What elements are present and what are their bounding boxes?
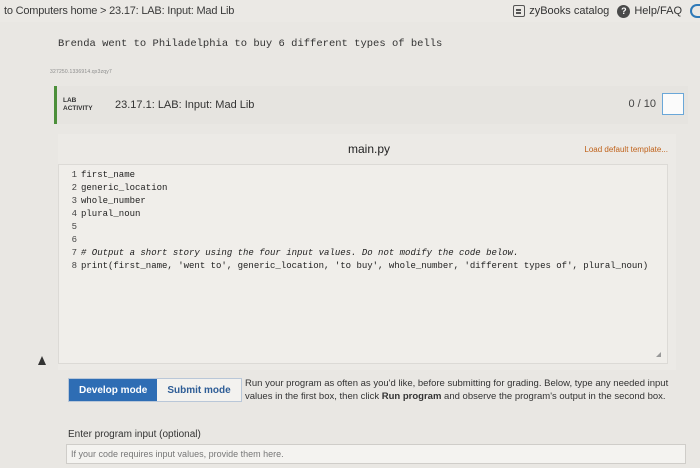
help-label: Help/FAQ: [634, 5, 682, 17]
file-name: main.py: [348, 142, 391, 156]
book-icon: [513, 5, 526, 17]
activity-id: 327250.1336914.qx3zqy7: [50, 69, 112, 75]
lab-prompt-text: Brenda went to Philadelphia to buy 6 dif…: [58, 38, 443, 50]
score-label: 0 / 10: [628, 98, 656, 110]
lab-activity-tag: LAB ACTIVITY: [57, 97, 109, 113]
zybooks-catalog-link[interactable]: zyBooks catalog: [513, 5, 609, 17]
lab-tag-line1: LAB: [63, 97, 77, 104]
code-line[interactable]: 2 generic_location: [59, 182, 667, 195]
code-line[interactable]: 8 print(first_name, 'went to', generic_lo…: [59, 260, 667, 273]
code-text: whole_number: [81, 196, 146, 206]
line-number: 4: [71, 209, 77, 219]
line-number: 2: [71, 183, 77, 193]
line-number: 1: [71, 170, 77, 180]
code-text: plural_noun: [81, 209, 141, 219]
code-text: # Output a short story using the four in…: [81, 248, 519, 258]
line-number: 7: [71, 248, 77, 258]
code-line[interactable]: 1 first_name: [59, 169, 667, 182]
code-line[interactable]: 5: [59, 221, 667, 234]
mode-toggle: Develop mode Submit mode: [68, 378, 242, 402]
code-line[interactable]: 6: [59, 234, 667, 247]
partial-circle-icon[interactable]: [690, 4, 700, 18]
code-text: generic_location: [81, 183, 168, 193]
lab-activity-header: LAB ACTIVITY 23.17.1: LAB: Input: Mad Li…: [54, 86, 688, 124]
top-right-links: zyBooks catalog ? Help/FAQ: [513, 4, 700, 18]
editor-panel: main.py Load default template... 1 first_…: [58, 134, 676, 370]
line-number: 3: [71, 196, 77, 206]
lab-tag-line2: ACTIVITY: [63, 105, 93, 112]
code-editor[interactable]: 1 first_name 2 generic_location 3 whole_numbe…: [58, 164, 668, 364]
program-input-label: Enter program input (optional): [68, 429, 201, 440]
code-text: print(first_name, 'went to', generic_loc…: [81, 261, 649, 271]
instructions-part2: and observe the program's output in the …: [441, 390, 666, 402]
score-box: [662, 93, 684, 115]
run-program-emphasis: Run program: [381, 390, 442, 402]
breadcrumb[interactable]: to Computers home > 23.17: LAB: Input: M…: [4, 5, 234, 17]
catalog-label: zyBooks catalog: [529, 5, 610, 17]
instructions-text: Run your program as often as you'd like,…: [245, 378, 675, 403]
mouse-cursor-icon: [38, 356, 46, 365]
line-number: 8: [71, 261, 77, 271]
resize-handle[interactable]: [656, 352, 661, 357]
lab-title: 23.17.1: LAB: Input: Mad Lib: [115, 99, 255, 111]
code-text: first_name: [81, 170, 136, 180]
code-line[interactable]: 4 plural_noun: [59, 208, 667, 221]
program-input-field[interactable]: [66, 444, 686, 464]
code-line[interactable]: 7 # Output a short story using the four i…: [59, 247, 667, 260]
help-faq-link[interactable]: ? Help/FAQ: [617, 4, 682, 18]
line-number: 5: [71, 222, 77, 232]
develop-mode-button[interactable]: Develop mode: [69, 379, 158, 401]
code-line[interactable]: 3 whole_number: [59, 195, 667, 208]
load-default-template-link[interactable]: Load default template...: [584, 145, 668, 154]
question-icon: ?: [617, 4, 631, 18]
top-bar: to Computers home > 23.17: LAB: Input: M…: [0, 0, 700, 22]
submit-mode-button[interactable]: Submit mode: [157, 379, 241, 401]
line-number: 6: [71, 235, 77, 245]
